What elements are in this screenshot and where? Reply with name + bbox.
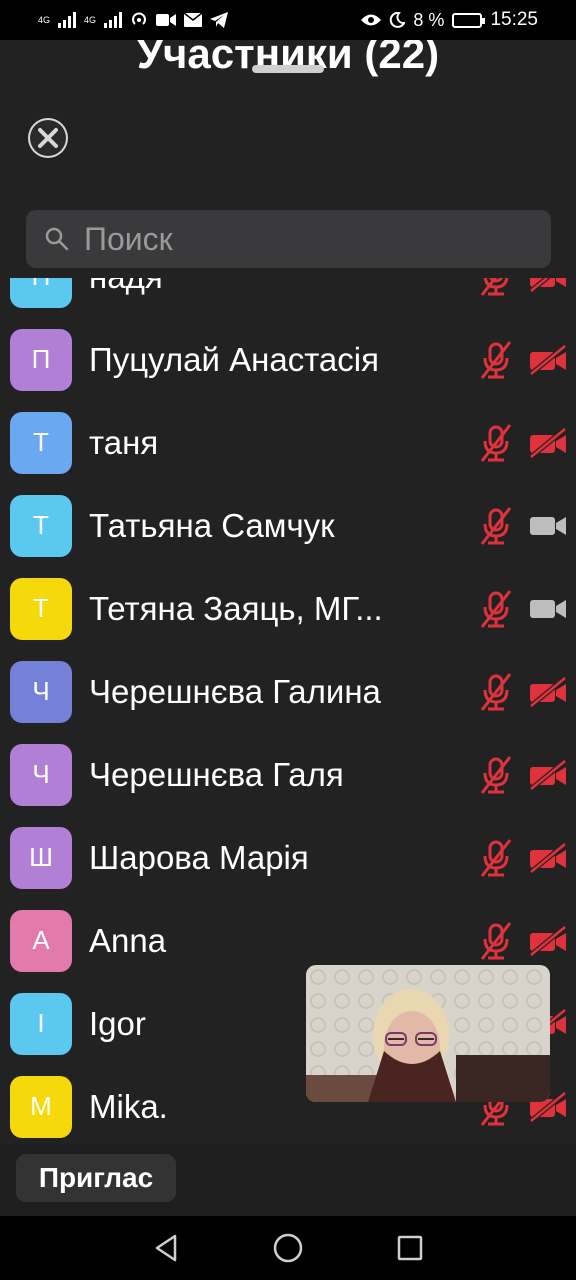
avatar: I <box>10 992 72 1055</box>
mic-muted-icon[interactable] <box>478 672 514 712</box>
signal-1-label: 4G <box>38 14 51 25</box>
mic-muted-icon[interactable] <box>478 278 514 297</box>
avatar: Ч <box>10 743 72 806</box>
participant-name: надя <box>89 278 459 296</box>
participant-row[interactable]: Ч Черешнєва Галина <box>0 650 576 733</box>
battery-percent: 8 % <box>413 9 445 30</box>
participant-row[interactable]: Т Тетяна Заяць, МГ... <box>0 567 576 650</box>
signal-2-label: 4G <box>84 15 97 25</box>
mic-muted-icon[interactable] <box>478 423 514 463</box>
participants-header: Участники (22) <box>0 40 576 280</box>
participant-row[interactable]: Ч Черешнєва Галя <box>0 733 576 816</box>
participants-sheet: Участники (22) Ннадя П Пуцулай Анастасія Тт… <box>0 40 576 1216</box>
back-triangle-icon <box>155 1234 177 1262</box>
home-circle-icon <box>273 1233 303 1263</box>
avatar: Т <box>10 577 72 640</box>
avatar: Ш <box>10 826 72 889</box>
avatar: Т <box>10 411 72 474</box>
clock: 15:25 <box>490 9 538 30</box>
signal-1-icon: 4G <box>38 14 51 25</box>
search-input[interactable] <box>84 220 504 258</box>
recents-button[interactable] <box>392 1230 428 1266</box>
participant-name: Черешнєва Галя <box>89 755 344 793</box>
status-left: 4G 4G <box>38 11 229 29</box>
camera-icon[interactable] <box>528 511 568 541</box>
mic-muted-icon[interactable] <box>478 340 514 380</box>
avatar: Н <box>10 278 72 308</box>
recents-square-icon <box>397 1235 423 1261</box>
mic-muted-icon[interactable] <box>478 755 514 795</box>
eye-icon <box>361 14 382 26</box>
mail-icon <box>184 13 203 27</box>
participant-row[interactable]: Ттаня <box>0 401 576 484</box>
participant-name: Пуцулай Анастасія <box>89 340 379 378</box>
mic-muted-icon[interactable] <box>478 589 514 629</box>
avatar: A <box>10 909 72 972</box>
battery-icon <box>452 12 486 28</box>
video-call-icon <box>156 14 177 26</box>
camera-off-icon[interactable] <box>528 675 568 708</box>
close-button[interactable] <box>28 118 68 158</box>
signal-2-icon: 4G <box>84 15 96 25</box>
home-button[interactable] <box>270 1230 306 1266</box>
avatar: Т <box>10 494 72 557</box>
participant-name: Тетяна Заяць, МГ... <box>89 589 383 627</box>
participant-name: Черешнєва Галина <box>89 672 381 710</box>
camera-off-icon[interactable] <box>528 278 568 293</box>
participant-name: Шарова Марія <box>89 838 309 876</box>
status-right: 8 % 15:25 <box>361 9 538 31</box>
camera-off-icon[interactable] <box>528 924 568 957</box>
search-bar[interactable] <box>26 210 551 268</box>
camera-off-icon[interactable] <box>528 426 568 459</box>
drag-handle[interactable] <box>252 65 324 73</box>
search-icon <box>45 227 69 251</box>
camera-off-icon[interactable] <box>528 758 568 791</box>
system-nav-bar <box>0 1216 576 1280</box>
avatar: П <box>10 328 72 391</box>
mic-muted-icon[interactable] <box>478 506 514 546</box>
participant-row[interactable]: П Пуцулай Анастасія <box>0 318 576 401</box>
moon-icon <box>390 12 406 28</box>
status-bar: 4G 4G 8 % 15:25 <box>0 0 576 40</box>
signal-bars-1-icon <box>58 12 77 28</box>
participant-name: Anna <box>89 921 167 959</box>
invite-button[interactable]: Приглас <box>16 1154 176 1202</box>
participant-name: Татьяна Самчук <box>89 506 335 544</box>
back-button[interactable] <box>148 1230 184 1266</box>
camera-off-icon[interactable] <box>528 343 568 376</box>
participant-row[interactable]: Ннадя <box>0 278 576 318</box>
mic-muted-icon[interactable] <box>478 838 514 878</box>
close-icon <box>30 120 66 156</box>
camera-icon[interactable] <box>528 594 568 624</box>
self-video-preview[interactable] <box>306 965 550 1102</box>
participant-row[interactable]: Ш Шарова Марія <box>0 816 576 899</box>
participant-name: таня <box>89 423 159 461</box>
signal-bars-2-icon <box>104 12 123 28</box>
participant-row[interactable]: Т Татьяна Самчук <box>0 484 576 567</box>
camera-off-icon[interactable] <box>528 841 568 874</box>
bottom-bar: Приглас <box>0 1144 576 1216</box>
hotspot-icon <box>132 12 146 25</box>
avatar: M <box>10 1075 72 1138</box>
mic-muted-icon[interactable] <box>478 921 514 961</box>
avatar: Ч <box>10 660 72 723</box>
telegram-icon <box>210 12 229 28</box>
